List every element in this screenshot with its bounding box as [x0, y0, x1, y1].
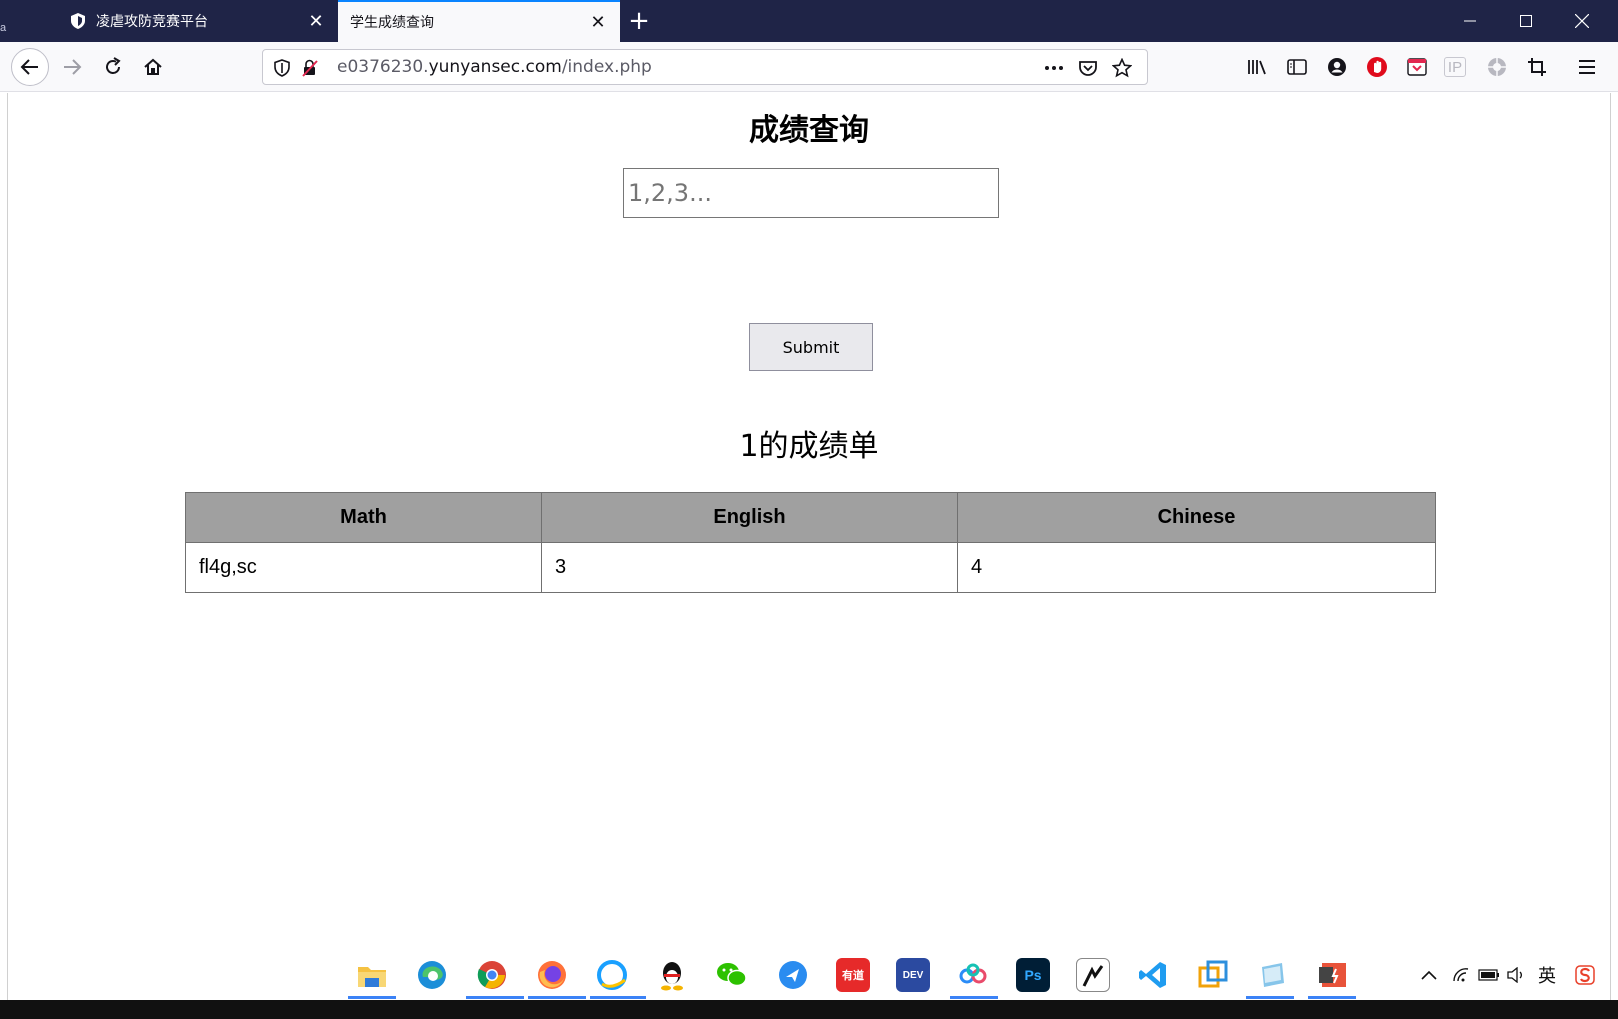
ip-extension-icon[interactable]: IP [1444, 57, 1466, 77]
navigation-toolbar: e0376230.yunyansec.com/index.php IP [0, 42, 1618, 92]
ime-language-indicator[interactable]: 英 [1536, 964, 1558, 987]
proxy-extension-icon[interactable] [1484, 54, 1510, 80]
column-header-chinese: Chinese [957, 492, 1436, 543]
column-header-english: English [541, 492, 958, 543]
typora-icon[interactable] [1076, 958, 1110, 992]
submit-button[interactable]: Submit [749, 323, 873, 371]
result-heading: 1的成绩单 [739, 429, 879, 464]
home-button[interactable] [134, 48, 172, 86]
math-score-cell: fl4g,sc [185, 542, 542, 593]
edge-icon[interactable] [415, 958, 449, 992]
close-tab-icon[interactable]: ✕ [302, 7, 330, 35]
dev-cpp-icon[interactable]: DEV [896, 958, 930, 992]
tab-strip: a 凌虐攻防竞赛平台 ✕ 学生成绩查询 ✕ + [0, 0, 1618, 42]
forward-button[interactable] [53, 48, 91, 86]
url-bar[interactable]: e0376230.yunyansec.com/index.php [262, 49, 1148, 85]
new-tab-icon[interactable]: + [624, 6, 654, 36]
english-score-cell: 3 [541, 542, 958, 593]
notepad-icon[interactable] [1256, 958, 1290, 992]
tab-student-score[interactable]: 学生成绩查询 ✕ [338, 0, 620, 42]
powerpoint-icon[interactable] [1316, 958, 1350, 992]
tab-title: 凌虐攻防竞赛平台 [96, 14, 208, 30]
baidu-netdisk-icon[interactable] [956, 958, 990, 992]
back-button[interactable] [11, 48, 49, 86]
shield-favicon-icon [70, 13, 86, 29]
close-tab-icon[interactable]: ✕ [584, 8, 612, 36]
notepad-indicator [1246, 996, 1294, 999]
file-explorer-indicator [348, 996, 396, 999]
bookmark-star-icon[interactable] [1111, 57, 1133, 79]
scores-table: Math English Chinese fl4g,sc 3 4 [185, 492, 1436, 593]
tab-title: 学生成绩查询 [350, 15, 434, 31]
table-row: fl4g,sc 3 4 [185, 542, 1436, 593]
volume-icon[interactable] [1506, 964, 1528, 986]
maximize-icon[interactable] [1498, 0, 1554, 42]
powerpoint-indicator [1308, 996, 1356, 999]
network-icon[interactable] [1450, 964, 1472, 986]
menu-icon[interactable] [1574, 54, 1600, 80]
screenshot-crop-icon[interactable] [1524, 54, 1550, 80]
baidu-netdisk-indicator [950, 996, 998, 999]
adblock-extension-icon[interactable] [1364, 54, 1390, 80]
library-icon[interactable] [1244, 54, 1270, 80]
page-content: 成绩查询 Submit 1的成绩单 Math English Chinese f… [7, 93, 1611, 1000]
os-taskbar: 有道 DEV Ps 英 [0, 950, 1618, 1000]
account-icon[interactable] [1324, 54, 1350, 80]
vscode-icon[interactable] [1136, 958, 1170, 992]
chinese-score-cell: 4 [957, 542, 1436, 593]
minimize-icon[interactable] [1442, 0, 1498, 42]
qq-browser-indicator [590, 996, 646, 999]
page-actions-icon[interactable] [1043, 57, 1065, 79]
qq-browser-icon[interactable] [595, 958, 629, 992]
vmware-icon[interactable] [1196, 958, 1230, 992]
reload-button[interactable] [94, 48, 132, 86]
tab-ctf-platform[interactable]: 凌虐攻防竞赛平台 ✕ [56, 0, 338, 42]
page-title: 成绩查询 [749, 113, 869, 148]
url-text: e0376230.yunyansec.com/index.php [337, 57, 652, 77]
insecure-lock-icon[interactable] [299, 57, 321, 79]
battery-icon[interactable] [1478, 964, 1500, 986]
feishu-icon[interactable] [776, 958, 810, 992]
sogou-ime-icon[interactable] [1574, 964, 1596, 986]
close-window-icon[interactable] [1554, 0, 1610, 42]
pocket-icon[interactable] [1077, 57, 1099, 79]
left-edge-text: a [0, 22, 7, 34]
firefox-indicator [528, 996, 586, 999]
tracking-shield-icon[interactable] [271, 57, 293, 79]
youdao-icon[interactable]: 有道 [836, 958, 870, 992]
column-header-math: Math [185, 492, 542, 543]
firefox-icon[interactable] [535, 958, 569, 992]
pocket-extension-icon[interactable] [1404, 54, 1430, 80]
student-id-input[interactable] [623, 168, 999, 218]
sidebar-icon[interactable] [1284, 54, 1310, 80]
show-hidden-icons-icon[interactable] [1418, 964, 1440, 986]
file-explorer-icon[interactable] [355, 958, 389, 992]
chrome-indicator [466, 996, 524, 999]
table-header-row: Math English Chinese [185, 492, 1436, 543]
chrome-icon[interactable] [475, 958, 509, 992]
screen-bottom-edge [0, 1000, 1618, 1019]
qq-icon[interactable] [655, 958, 689, 992]
wechat-icon[interactable] [715, 958, 749, 992]
photoshop-icon[interactable]: Ps [1016, 958, 1050, 992]
